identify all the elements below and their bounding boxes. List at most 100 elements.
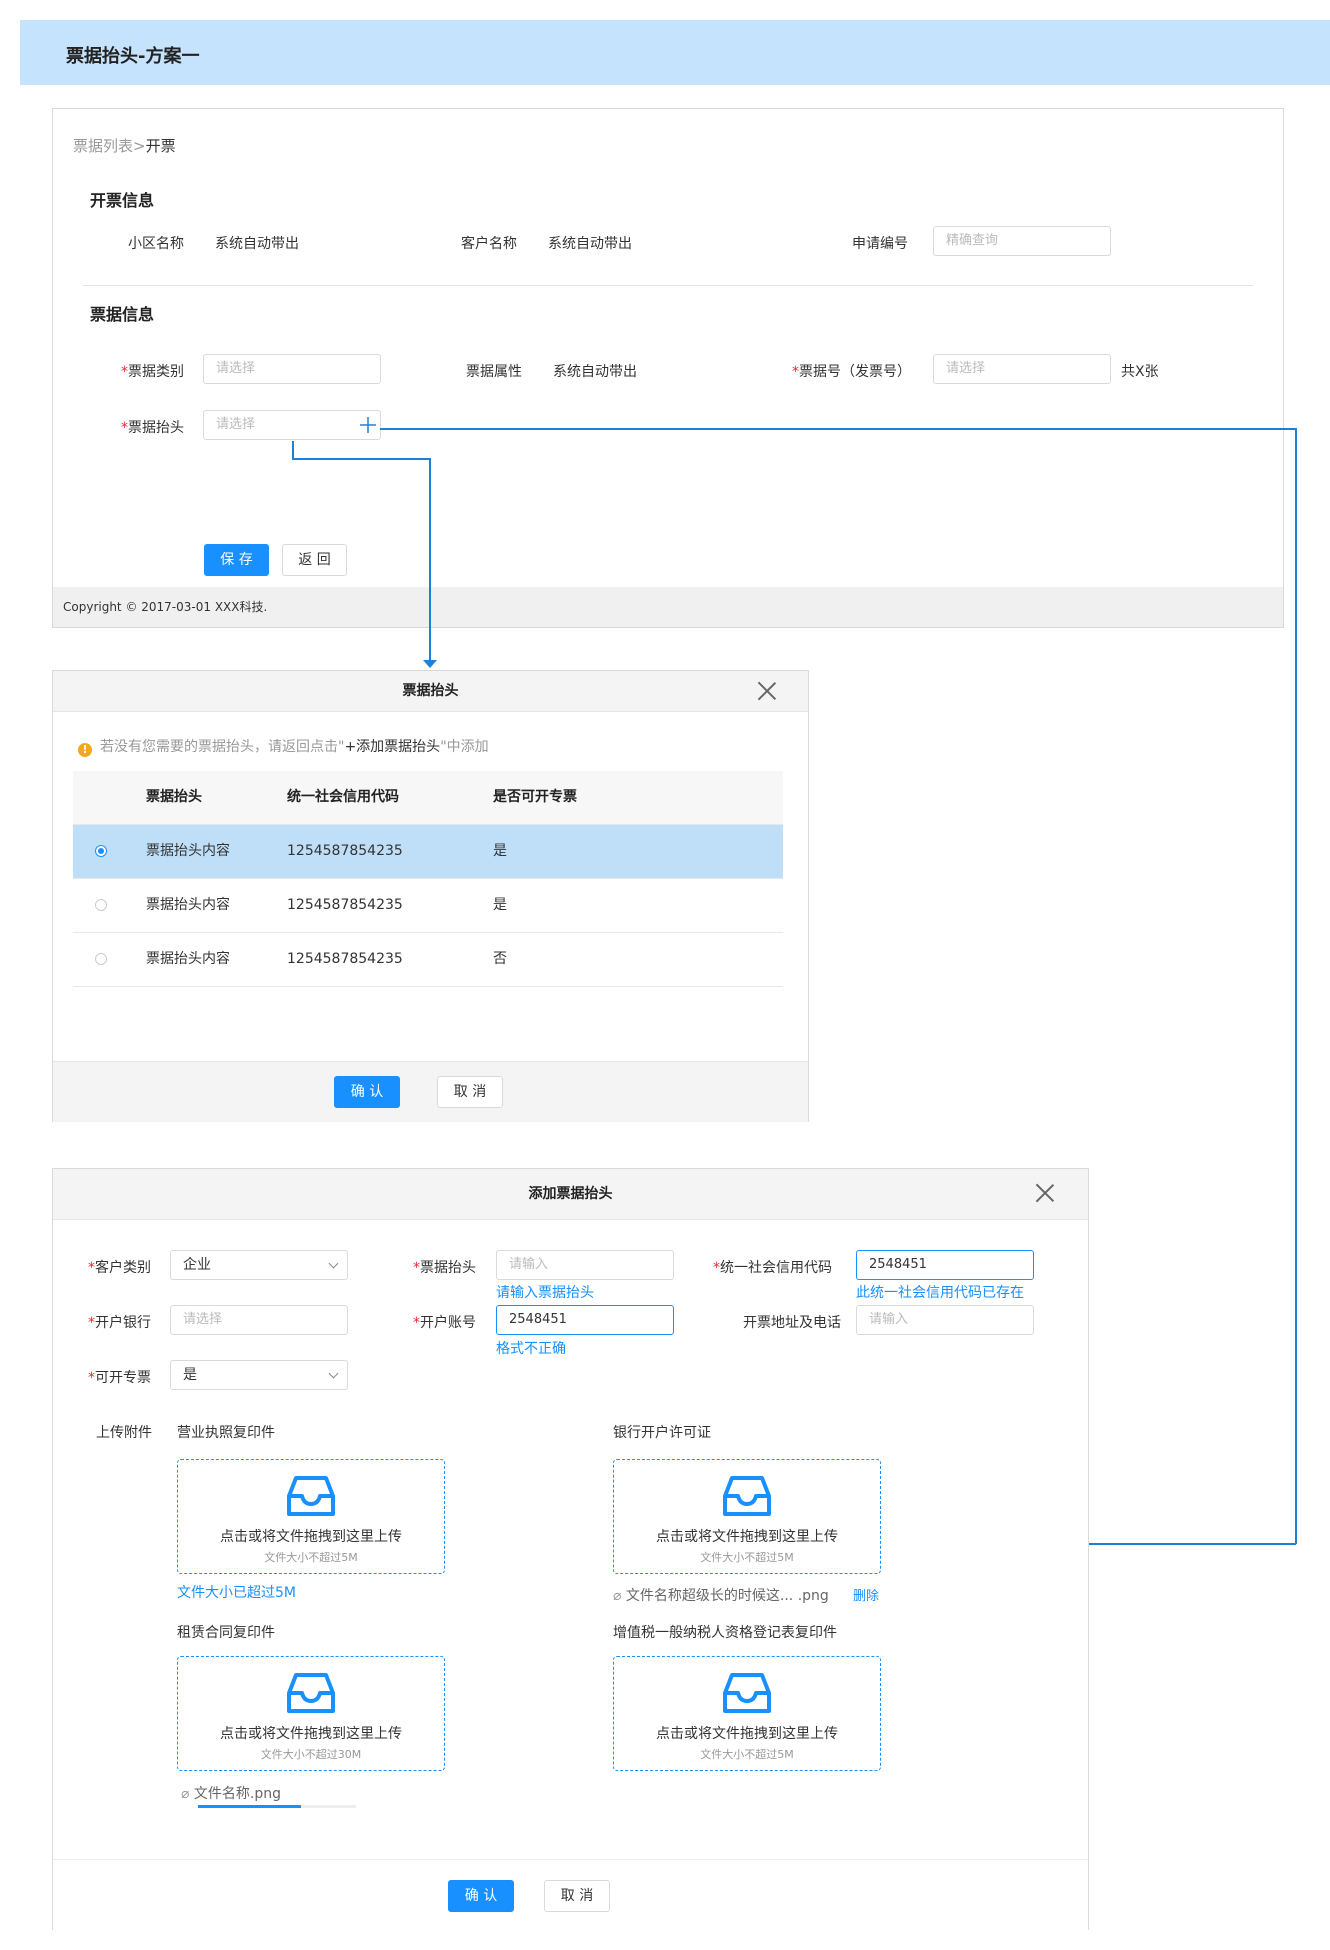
- breadcrumb: 票据列表>开票: [73, 135, 176, 156]
- column-header: 是否可开专票: [493, 789, 577, 805]
- inbox-icon: [723, 1673, 771, 1713]
- upload-hint: 点击或将文件拖拽到这里上传: [656, 1529, 838, 1545]
- upload-progress: [198, 1805, 356, 1808]
- delete-file-link[interactable]: 删除: [853, 1585, 879, 1604]
- column-header: 票据抬头: [146, 789, 202, 805]
- customer-label: 客户名称: [461, 236, 517, 252]
- bill-attr-label: 票据属性: [466, 364, 522, 380]
- connector-line: [292, 458, 430, 460]
- upload-hint: 点击或将文件拖拽到这里上传: [220, 1726, 402, 1742]
- table-row[interactable]: 票据抬头内容 1254587854235 是: [73, 825, 783, 879]
- close-icon[interactable]: [757, 681, 777, 701]
- upload-label: 上传附件: [96, 1425, 152, 1441]
- inbox-icon: [723, 1476, 771, 1516]
- cancel-button[interactable]: 取 消: [437, 1076, 503, 1108]
- upload-hint: 点击或将文件拖拽到这里上传: [656, 1726, 838, 1742]
- uploaded-file: ⌀ 文件名称超级长的时候这... .png: [613, 1588, 829, 1604]
- bill-title-label: *票据抬头: [413, 1260, 476, 1276]
- credit-code-label: *统一社会信用代码: [713, 1260, 832, 1276]
- connector-line: [1088, 1543, 1296, 1545]
- bill-attr-value: 系统自动带出: [553, 364, 637, 380]
- confirm-button[interactable]: 确 认: [448, 1880, 514, 1912]
- upload-dropzone[interactable]: 点击或将文件拖拽到这里上传 文件大小不超过30M: [177, 1656, 445, 1771]
- community-value: 系统自动带出: [215, 236, 299, 252]
- add-bill-title-icon[interactable]: [355, 412, 381, 438]
- connector-line: [380, 428, 1296, 430]
- section-invoice-info: 开票信息: [90, 191, 155, 210]
- upload-error: 文件大小已超过5M: [177, 1585, 296, 1601]
- upload-progress-fill: [198, 1805, 301, 1808]
- back-button[interactable]: 返 回: [282, 544, 347, 576]
- invoice-form-panel: 票据列表>开票 开票信息 小区名称 系统自动带出 客户名称 系统自动带出 申请编…: [52, 108, 1284, 628]
- bill-no-select[interactable]: 请选择: [933, 354, 1111, 384]
- divider: [83, 285, 1253, 286]
- upload-title: 银行开户许可证: [613, 1425, 711, 1441]
- bank-label: *开户银行: [88, 1315, 151, 1331]
- warning-tip: ! 若没有您需要的票据抬头，请返回点击"+添加票据抬头"中添加: [78, 736, 489, 757]
- bill-type-label: *票据类别: [121, 364, 184, 380]
- community-label: 小区名称: [128, 236, 184, 252]
- close-icon[interactable]: [1035, 1183, 1055, 1203]
- page-title: 票据抬头-方案一: [66, 46, 200, 67]
- paperclip-icon: ⌀: [181, 1786, 194, 1802]
- customer-value: 系统自动带出: [548, 236, 632, 252]
- upload-dropzone[interactable]: 点击或将文件拖拽到这里上传 文件大小不超过5M: [613, 1656, 881, 1771]
- row-radio[interactable]: [95, 899, 107, 911]
- page-header: 票据抬头-方案一: [20, 20, 1330, 85]
- row-radio[interactable]: [95, 953, 107, 965]
- breadcrumb-parent[interactable]: 票据列表: [73, 137, 133, 155]
- bill-title-error: 请输入票据抬头: [496, 1285, 594, 1301]
- confirm-button[interactable]: 确 认: [334, 1076, 400, 1108]
- section-bill-info: 票据信息: [90, 305, 155, 324]
- column-header: 统一社会信用代码: [287, 789, 399, 805]
- modal-title: 票据抬头: [53, 671, 808, 712]
- upload-limit: 文件大小不超过5M: [700, 1748, 794, 1761]
- account-input[interactable]: 2548451: [496, 1305, 674, 1335]
- breadcrumb-current: 开票: [145, 137, 176, 155]
- title-table: 票据抬头 统一社会信用代码 是否可开专票 票据抬头内容 125458785423…: [73, 771, 783, 987]
- breadcrumb-separator: >: [133, 137, 146, 155]
- row-radio[interactable]: [95, 845, 107, 857]
- inbox-icon: [287, 1673, 335, 1713]
- credit-code-error: 此统一社会信用代码已存在: [856, 1285, 1024, 1301]
- paperclip-icon: ⌀: [613, 1588, 626, 1604]
- upload-hint: 点击或将文件拖拽到这里上传: [220, 1529, 402, 1545]
- chevron-down-icon: [328, 1368, 339, 1379]
- save-button[interactable]: 保 存: [204, 544, 269, 576]
- bill-type-select[interactable]: 请选择: [203, 354, 381, 384]
- customer-type-label: *客户类别: [88, 1260, 151, 1276]
- special-label: *可开专票: [88, 1370, 151, 1386]
- bill-title-input[interactable]: 请输入: [496, 1250, 674, 1280]
- upload-title: 营业执照复印件: [177, 1425, 275, 1441]
- upload-title: 租赁合同复印件: [177, 1625, 275, 1641]
- account-label: *开户账号: [413, 1315, 476, 1331]
- apply-no-label: 申请编号: [852, 236, 908, 252]
- modal-footer: 确 认 取 消: [53, 1859, 1088, 1930]
- account-error: 格式不正确: [496, 1341, 566, 1357]
- connector-line: [1295, 428, 1297, 1544]
- warning-icon: !: [78, 743, 92, 757]
- upload-dropzone[interactable]: 点击或将文件拖拽到这里上传 文件大小不超过5M: [613, 1459, 881, 1574]
- bill-title-label: *票据抬头: [121, 420, 184, 436]
- upload-dropzone[interactable]: 点击或将文件拖拽到这里上传 文件大小不超过5M: [177, 1459, 445, 1574]
- add-title-modal: 添加票据抬头 *客户类别 企业 *票据抬头 请输入 请输入票据抬头 *统一社会信…: [52, 1168, 1089, 1930]
- upload-limit: 文件大小不超过5M: [264, 1551, 358, 1564]
- upload-limit: 文件大小不超过5M: [700, 1551, 794, 1564]
- modal-footer: 确 认 取 消: [53, 1061, 808, 1122]
- address-label: 开票地址及电话: [743, 1315, 841, 1331]
- table-row[interactable]: 票据抬头内容 1254587854235 否: [73, 933, 783, 987]
- connector-line: [429, 458, 431, 660]
- address-input[interactable]: 请输入: [856, 1305, 1034, 1335]
- bill-count: 共X张: [1121, 364, 1159, 380]
- upload-title: 增值税一般纳税人资格登记表复印件: [613, 1625, 837, 1641]
- uploaded-file: ⌀ 文件名称.png: [181, 1786, 281, 1802]
- table-header: 票据抬头 统一社会信用代码 是否可开专票: [73, 771, 783, 825]
- table-row[interactable]: 票据抬头内容 1254587854235 是: [73, 879, 783, 933]
- cancel-button[interactable]: 取 消: [544, 1880, 610, 1912]
- select-title-modal: 票据抬头 ! 若没有您需要的票据抬头，请返回点击"+添加票据抬头"中添加 票据抬头…: [52, 670, 809, 1122]
- customer-type-select[interactable]: 企业: [170, 1250, 348, 1280]
- special-select[interactable]: 是: [170, 1360, 348, 1390]
- credit-code-input[interactable]: 2548451: [856, 1250, 1034, 1280]
- apply-no-input[interactable]: 精确查询: [933, 226, 1111, 256]
- bank-select[interactable]: 请选择: [170, 1305, 348, 1335]
